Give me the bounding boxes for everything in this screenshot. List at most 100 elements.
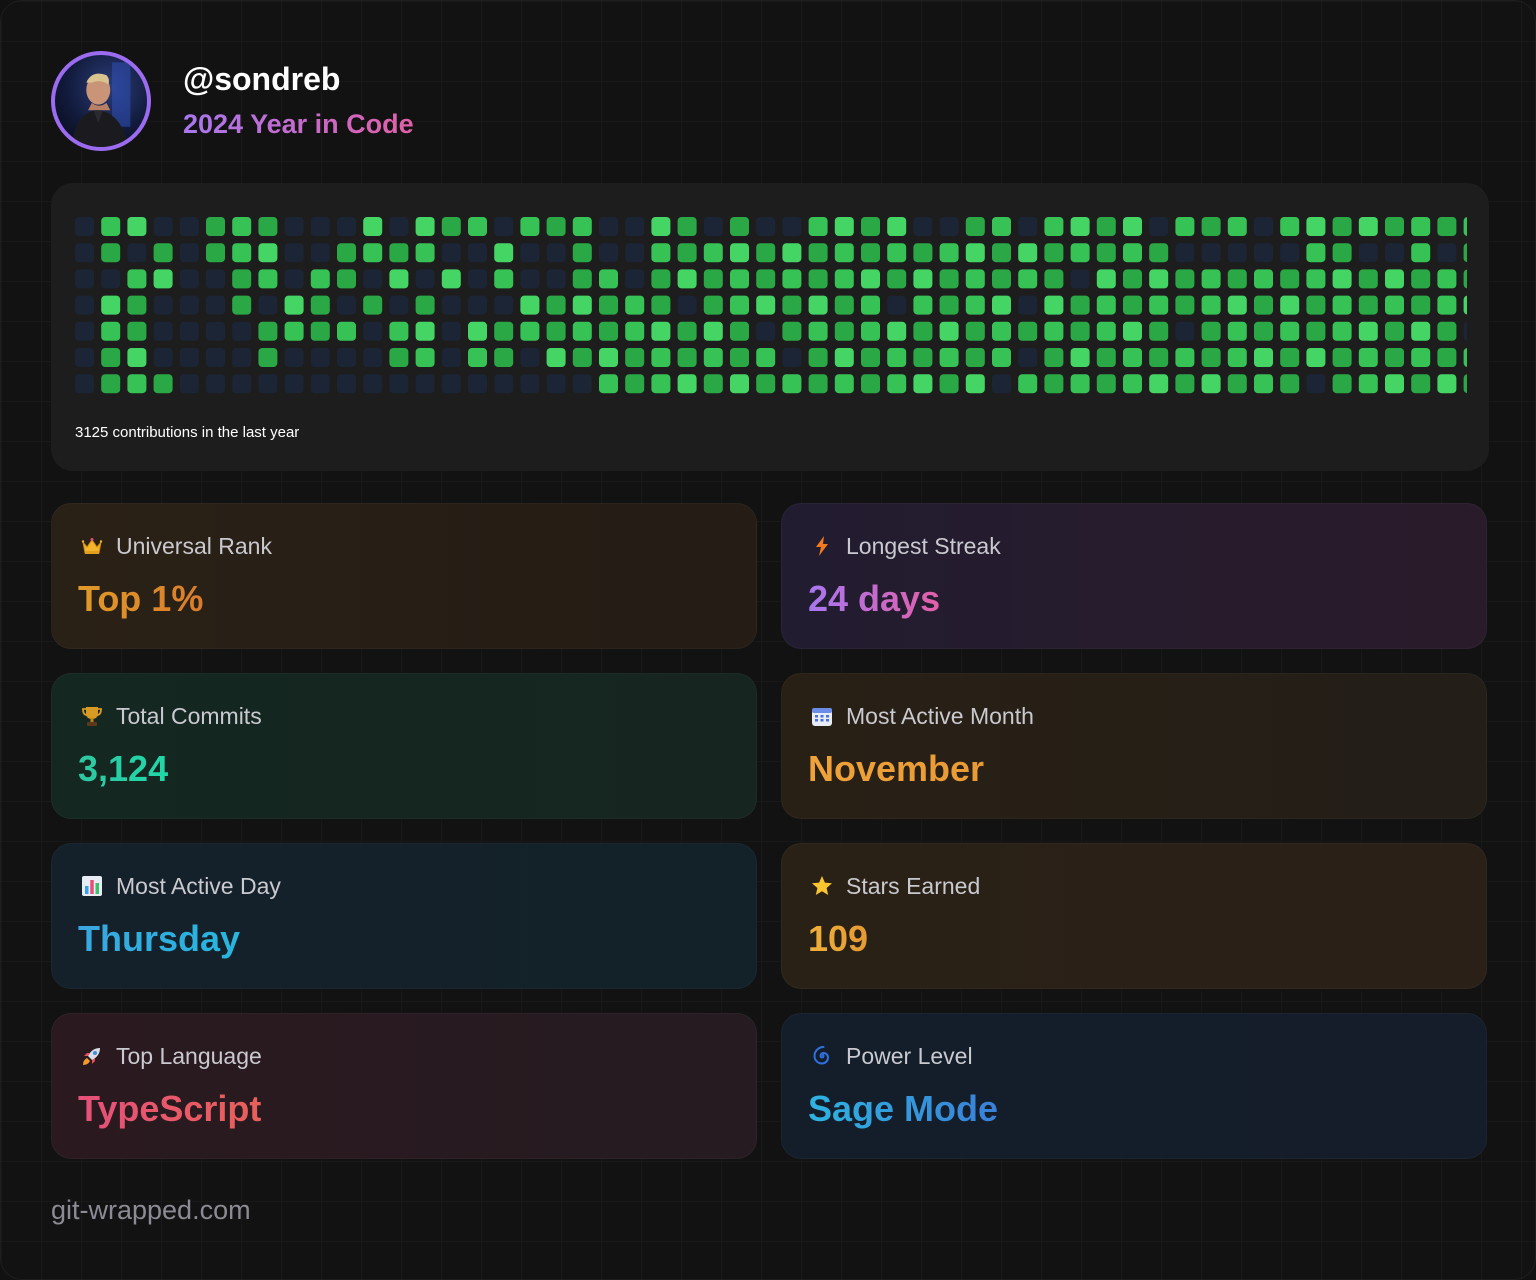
contribution-cell-active [677,348,697,367]
contribution-cell-active [1411,348,1431,367]
contribution-cell-active [1201,348,1221,367]
contribution-cell-active [913,374,933,394]
contribution-cell-active [703,374,723,394]
contribution-cell-active [310,269,330,289]
username: @sondreb [183,61,341,97]
contribution-cell-empty [441,374,461,394]
contribution-cell-active [258,321,278,341]
contribution-cell-active [494,348,514,367]
contribution-cell-active [651,217,671,236]
contribution-cell-active [363,243,383,263]
contribution-cell-empty [468,295,487,315]
contribution-cell-active [494,321,514,341]
contribution-cell-active [939,243,959,263]
contribution-cell-active [808,321,828,341]
contribution-cell-active [1123,243,1142,263]
contribution-cell-active [1018,321,1038,341]
contribution-cell-active [939,295,959,315]
spiral-icon [808,1042,836,1070]
contribution-cell-active [232,217,252,236]
contribution-cell-active [468,217,487,236]
contribution-cell-active [127,348,147,367]
contribution-cell-empty [1463,321,1467,341]
contribution-cell-active [232,295,252,315]
contribution-cell-empty [546,374,566,394]
contribution-cell-empty [284,243,304,263]
contribution-graph [75,217,1467,397]
contribution-cell-empty [284,348,304,367]
contribution-cell-active [389,243,409,263]
contribution-cell-active [651,321,671,341]
contribution-cell-empty [363,348,383,367]
contribution-cell-active [1254,295,1273,315]
contribution-cell-active [310,295,330,315]
contribution-cell-empty [310,243,330,263]
contribution-cell-active [153,269,173,289]
contribution-cell-empty [75,269,94,289]
contribution-cell-active [1437,217,1457,236]
contribution-cell-active [1411,269,1431,289]
contribution-cell-active [599,374,618,394]
contribution-cell-empty [782,348,802,367]
contribution-cell-active [1175,295,1195,315]
contribution-cell-active [415,217,435,236]
contribution-cell-active [677,374,697,394]
footer-site-link[interactable]: git-wrapped.com [51,1195,251,1226]
contribution-cell-empty [363,321,383,341]
contribution-cell-active [153,374,173,394]
contribution-cell-active [415,348,435,367]
contribution-cell-active [1463,295,1467,315]
contribution-cell-active [599,269,618,289]
contribution-cell-active [1358,217,1378,236]
contribution-cell-empty [232,321,252,341]
contribution-cell-active [1437,295,1457,315]
contribution-cell-active [127,269,147,289]
contribution-cell-active [1096,321,1116,341]
contribution-cell-active [861,321,880,341]
contribution-cell-active [965,269,985,289]
contribution-cell-active [1463,217,1467,236]
contribution-cell-active [913,269,933,289]
contribution-cell-empty [441,348,461,367]
contribution-cell-active [1123,321,1142,341]
contribution-cell-active [1227,217,1247,236]
contribution-cell-active [127,321,147,341]
contribution-cell-active [887,217,907,236]
contribution-cell-active [808,374,828,394]
contribution-cell-active [1096,348,1116,367]
contribution-cell-active [546,348,566,367]
contribution-cell-active [1411,295,1431,315]
contribution-cell-empty [494,217,514,236]
contribution-cell-active [337,321,356,341]
contribution-cell-active [1463,348,1467,367]
contribution-cell-active [730,348,749,367]
contribution-cell-active [913,348,933,367]
rocket-icon [78,1042,106,1070]
contribution-cell-empty [179,217,199,236]
contribution-cell-active [258,243,278,263]
contribution-cell-active [1254,269,1273,289]
contribution-cell-active [153,243,173,263]
stat-label: Universal Rank [116,532,272,559]
page-subtitle: 2024 Year in Code [183,109,414,139]
contribution-cell-active [1306,269,1326,289]
contribution-cell-empty [520,348,540,367]
contribution-cell-active [1254,374,1273,394]
contribution-cell-empty [363,269,383,289]
contribution-cell-empty [1437,243,1457,263]
contribution-cell-active [1385,348,1404,367]
contribution-cell-active [1044,374,1064,394]
contribution-cell-empty [75,243,94,263]
contribution-cell-active [651,269,671,289]
trophy-icon [78,702,106,730]
contribution-cell-active [1280,269,1300,289]
contribution-cell-active [1018,243,1038,263]
contribution-cell-empty [441,243,461,263]
contribution-cell-active [808,348,828,367]
contribution-cell-empty [206,348,225,367]
contribution-cell-empty [441,295,461,315]
stat-label: Total Commits [116,702,262,729]
contribution-cell-active [1096,374,1116,394]
contribution-cell-empty [75,348,94,367]
contribution-cell-active [1385,217,1404,236]
